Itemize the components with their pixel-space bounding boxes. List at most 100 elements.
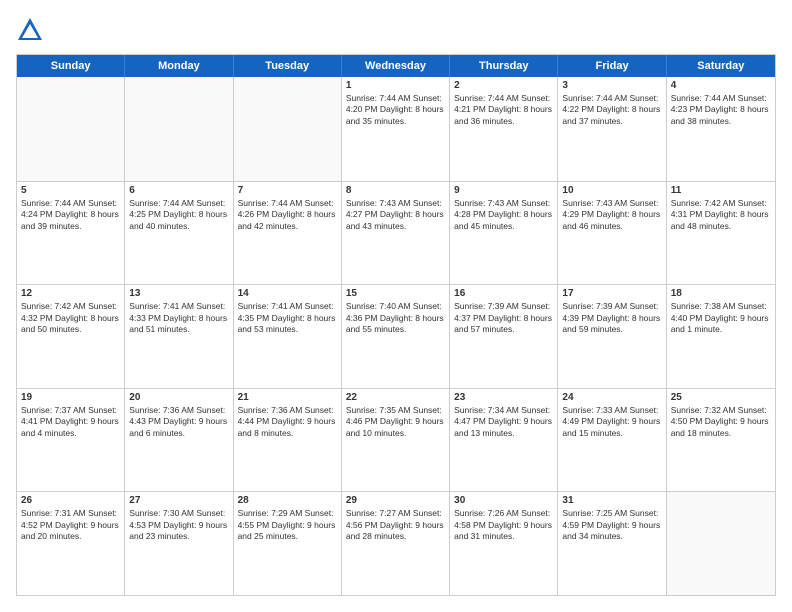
day-content: Sunrise: 7:27 AM Sunset: 4:56 PM Dayligh… [346, 508, 445, 542]
week-3: 12 Sunrise: 7:42 AM Sunset: 4:32 PM Dayli… [17, 284, 775, 388]
day-number: 22 [346, 392, 445, 403]
day-content: Sunrise: 7:44 AM Sunset: 4:24 PM Dayligh… [21, 198, 120, 232]
day-number: 24 [562, 392, 661, 403]
day-cell-3: 3 Sunrise: 7:44 AM Sunset: 4:22 PM Daylig… [558, 77, 666, 181]
logo-icon [16, 16, 44, 44]
day-content: Sunrise: 7:31 AM Sunset: 4:52 PM Dayligh… [21, 508, 120, 542]
day-number: 3 [562, 80, 661, 91]
day-number: 19 [21, 392, 120, 403]
day-cell-11: 11 Sunrise: 7:42 AM Sunset: 4:31 PM Dayli… [667, 182, 775, 285]
day-content: Sunrise: 7:42 AM Sunset: 4:32 PM Dayligh… [21, 301, 120, 335]
week-4: 19 Sunrise: 7:37 AM Sunset: 4:41 PM Dayli… [17, 388, 775, 492]
day-cell-21: 21Sunrise: 7:36 AM Sunset: 4:44 PM Dayli… [234, 389, 342, 492]
day-number: 8 [346, 185, 445, 196]
day-content: Sunrise: 7:41 AM Sunset: 4:35 PM Dayligh… [238, 301, 337, 335]
day-content: Sunrise: 7:44 AM Sunset: 4:25 PM Dayligh… [129, 198, 228, 232]
day-number: 2 [454, 80, 553, 91]
day-number: 29 [346, 495, 445, 506]
calendar-body: 1 Sunrise: 7:44 AM Sunset: 4:20 PM Daylig… [17, 77, 775, 595]
day-number: 18 [671, 288, 771, 299]
day-cell-2: 2 Sunrise: 7:44 AM Sunset: 4:21 PM Daylig… [450, 77, 558, 181]
day-cell-29: 29 Sunrise: 7:27 AM Sunset: 4:56 PM Dayli… [342, 492, 450, 595]
header-day-tuesday: Tuesday [234, 55, 342, 77]
day-content: Sunrise: 7:42 AM Sunset: 4:31 PM Dayligh… [671, 198, 771, 232]
day-cell-22: 22 Sunrise: 7:35 AM Sunset: 4:46 PM Dayli… [342, 389, 450, 492]
day-cell-4: 4Sunrise: 7:44 AM Sunset: 4:23 PM Daylig… [667, 77, 775, 181]
day-cell-1: 1 Sunrise: 7:44 AM Sunset: 4:20 PM Daylig… [342, 77, 450, 181]
header-day-sunday: Sunday [17, 55, 125, 77]
day-number: 9 [454, 185, 553, 196]
day-cell-16: 16 Sunrise: 7:39 AM Sunset: 4:37 PM Dayli… [450, 285, 558, 388]
day-cell-31: 31Sunrise: 7:25 AM Sunset: 4:59 PM Dayli… [558, 492, 666, 595]
week-2: 5 Sunrise: 7:44 AM Sunset: 4:24 PM Daylig… [17, 181, 775, 285]
header-day-friday: Friday [558, 55, 666, 77]
day-number: 15 [346, 288, 445, 299]
day-content: Sunrise: 7:38 AM Sunset: 4:40 PM Dayligh… [671, 301, 771, 335]
day-content: Sunrise: 7:36 AM Sunset: 4:44 PM Dayligh… [238, 405, 337, 439]
day-content: Sunrise: 7:39 AM Sunset: 4:37 PM Dayligh… [454, 301, 553, 335]
calendar: SundayMondayTuesdayWednesdayThursdayFrid… [16, 54, 776, 596]
empty-cell [234, 77, 342, 181]
day-number: 27 [129, 495, 228, 506]
day-content: Sunrise: 7:32 AM Sunset: 4:50 PM Dayligh… [671, 405, 771, 439]
day-content: Sunrise: 7:44 AM Sunset: 4:21 PM Dayligh… [454, 93, 553, 127]
header-day-thursday: Thursday [450, 55, 558, 77]
day-cell-12: 12 Sunrise: 7:42 AM Sunset: 4:32 PM Dayli… [17, 285, 125, 388]
day-number: 10 [562, 185, 661, 196]
day-number: 14 [238, 288, 337, 299]
day-content: Sunrise: 7:37 AM Sunset: 4:41 PM Dayligh… [21, 405, 120, 439]
day-number: 12 [21, 288, 120, 299]
day-content: Sunrise: 7:33 AM Sunset: 4:49 PM Dayligh… [562, 405, 661, 439]
day-content: Sunrise: 7:44 AM Sunset: 4:20 PM Dayligh… [346, 93, 445, 127]
day-cell-13: 13 Sunrise: 7:41 AM Sunset: 4:33 PM Dayli… [125, 285, 233, 388]
header-day-monday: Monday [125, 55, 233, 77]
header-day-wednesday: Wednesday [342, 55, 450, 77]
day-content: Sunrise: 7:30 AM Sunset: 4:53 PM Dayligh… [129, 508, 228, 542]
day-content: Sunrise: 7:34 AM Sunset: 4:47 PM Dayligh… [454, 405, 553, 439]
day-cell-14: 14 Sunrise: 7:41 AM Sunset: 4:35 PM Dayli… [234, 285, 342, 388]
day-number: 4 [671, 80, 771, 91]
header [16, 16, 776, 44]
day-cell-19: 19 Sunrise: 7:37 AM Sunset: 4:41 PM Dayli… [17, 389, 125, 492]
calendar-header: SundayMondayTuesdayWednesdayThursdayFrid… [17, 55, 775, 77]
day-cell-27: 27 Sunrise: 7:30 AM Sunset: 4:53 PM Dayli… [125, 492, 233, 595]
day-cell-15: 15 Sunrise: 7:40 AM Sunset: 4:36 PM Dayli… [342, 285, 450, 388]
day-number: 1 [346, 80, 445, 91]
day-content: Sunrise: 7:41 AM Sunset: 4:33 PM Dayligh… [129, 301, 228, 335]
week-5: 26 Sunrise: 7:31 AM Sunset: 4:52 PM Dayli… [17, 491, 775, 595]
day-number: 7 [238, 185, 337, 196]
day-cell-30: 30Sunrise: 7:26 AM Sunset: 4:58 PM Dayli… [450, 492, 558, 595]
day-number: 16 [454, 288, 553, 299]
day-number: 17 [562, 288, 661, 299]
day-content: Sunrise: 7:29 AM Sunset: 4:55 PM Dayligh… [238, 508, 337, 542]
day-content: Sunrise: 7:35 AM Sunset: 4:46 PM Dayligh… [346, 405, 445, 439]
day-number: 20 [129, 392, 228, 403]
logo [16, 16, 48, 44]
day-number: 26 [21, 495, 120, 506]
day-content: Sunrise: 7:43 AM Sunset: 4:29 PM Dayligh… [562, 198, 661, 232]
day-content: Sunrise: 7:44 AM Sunset: 4:26 PM Dayligh… [238, 198, 337, 232]
day-cell-17: 17Sunrise: 7:39 AM Sunset: 4:39 PM Dayli… [558, 285, 666, 388]
page: SundayMondayTuesdayWednesdayThursdayFrid… [0, 0, 792, 612]
day-number: 5 [21, 185, 120, 196]
day-content: Sunrise: 7:25 AM Sunset: 4:59 PM Dayligh… [562, 508, 661, 542]
day-cell-25: 25Sunrise: 7:32 AM Sunset: 4:50 PM Dayli… [667, 389, 775, 492]
day-content: Sunrise: 7:36 AM Sunset: 4:43 PM Dayligh… [129, 405, 228, 439]
day-cell-28: 28Sunrise: 7:29 AM Sunset: 4:55 PM Dayli… [234, 492, 342, 595]
day-number: 23 [454, 392, 553, 403]
day-number: 11 [671, 185, 771, 196]
day-content: Sunrise: 7:43 AM Sunset: 4:27 PM Dayligh… [346, 198, 445, 232]
empty-cell [125, 77, 233, 181]
day-number: 13 [129, 288, 228, 299]
day-cell-7: 7 Sunrise: 7:44 AM Sunset: 4:26 PM Daylig… [234, 182, 342, 285]
day-number: 6 [129, 185, 228, 196]
week-1: 1 Sunrise: 7:44 AM Sunset: 4:20 PM Daylig… [17, 77, 775, 181]
day-cell-10: 10 Sunrise: 7:43 AM Sunset: 4:29 PM Dayli… [558, 182, 666, 285]
day-cell-20: 20 Sunrise: 7:36 AM Sunset: 4:43 PM Dayli… [125, 389, 233, 492]
day-content: Sunrise: 7:43 AM Sunset: 4:28 PM Dayligh… [454, 198, 553, 232]
empty-cell [17, 77, 125, 181]
day-cell-8: 8 Sunrise: 7:43 AM Sunset: 4:27 PM Daylig… [342, 182, 450, 285]
day-content: Sunrise: 7:44 AM Sunset: 4:22 PM Dayligh… [562, 93, 661, 127]
day-content: Sunrise: 7:40 AM Sunset: 4:36 PM Dayligh… [346, 301, 445, 335]
day-cell-26: 26 Sunrise: 7:31 AM Sunset: 4:52 PM Dayli… [17, 492, 125, 595]
